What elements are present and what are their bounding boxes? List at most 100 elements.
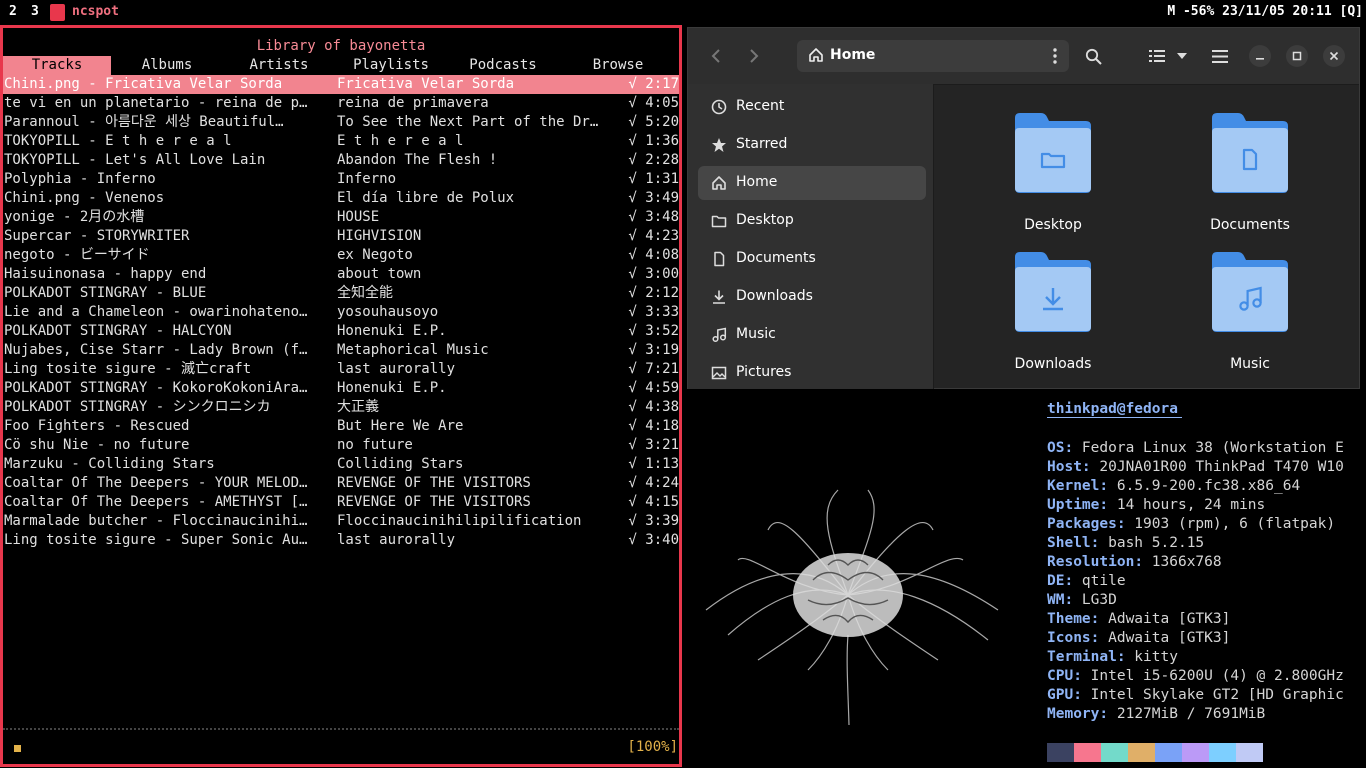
info-key: OS: [1047, 440, 1065, 456]
track-row[interactable]: TOKYOPILL - E t h e r e a l E t h e r e a…: [3, 132, 679, 151]
track-row[interactable]: POLKADOT STINGRAY - シンクロニシカ 大正義 √ 4:38: [3, 398, 679, 417]
search-button[interactable]: [1079, 42, 1107, 70]
sidebar-item-starred[interactable]: Starred: [698, 128, 926, 162]
color-swatch: [1236, 743, 1263, 762]
track-row[interactable]: TOKYOPILL - Let's All Love Lain Abandon T…: [3, 151, 679, 170]
tab-tracks[interactable]: Tracks: [3, 56, 111, 75]
track-row[interactable]: Coaltar Of The Deepers - YOUR MELOD… REVE…: [3, 474, 679, 493]
sidebar-item-desktop[interactable]: Desktop: [698, 204, 926, 238]
track-row[interactable]: POLKADOT STINGRAY - HALCYON Honenuki E.P.…: [3, 322, 679, 341]
track-row[interactable]: Marzuku - Colliding Stars Colliding Stars…: [3, 455, 679, 474]
info-value: Adwaita [GTK3]: [1099, 611, 1231, 627]
track-row[interactable]: Chini.png - Venenos El día libre de Polux…: [3, 189, 679, 208]
track-row[interactable]: Cö shu Nie - no future no future √ 3:21: [3, 436, 679, 455]
track-row[interactable]: Chini.png - Fricativa Velar Sorda Fricati…: [3, 75, 679, 94]
sidebar-item-recent[interactable]: Recent: [698, 90, 926, 124]
sidebar-item-pictures[interactable]: Pictures: [698, 356, 926, 390]
file-item-desktop[interactable]: Desktop: [973, 112, 1133, 242]
track-row[interactable]: Lie and a Chameleon - owarinohateno… yoso…: [3, 303, 679, 322]
forward-button[interactable]: [740, 42, 768, 70]
track-row[interactable]: Ling tosite sigure - 滅亡craft last auroral…: [3, 360, 679, 379]
track-duration: √ 1:31: [628, 171, 679, 187]
track-album: HIGHVISION: [337, 228, 422, 244]
workspace-2[interactable]: 2: [9, 4, 17, 19]
info-value: 6.5.9-200.fc38.x86_64: [1108, 478, 1301, 494]
sidebar-item-documents[interactable]: Documents: [698, 242, 926, 276]
sidebar-item-home[interactable]: Home: [698, 166, 926, 200]
info-line: GPU: Intel Skylake GT2 [HD Graphic: [1047, 686, 1366, 705]
track-row[interactable]: Coaltar Of The Deepers - AMETHYST [… REVE…: [3, 493, 679, 512]
picture-icon: [711, 366, 727, 380]
path-bar[interactable]: Home: [797, 40, 1069, 72]
folder-documents-icon: [1212, 113, 1288, 193]
folder-desktop-icon: [1015, 113, 1091, 193]
track-row[interactable]: POLKADOT STINGRAY - KokoroKokoniAra… Hone…: [3, 379, 679, 398]
maximize-icon: [1292, 51, 1302, 61]
back-button[interactable]: [702, 42, 730, 70]
sidebar-item-downloads[interactable]: Downloads: [698, 280, 926, 314]
minimize-button[interactable]: [1249, 45, 1271, 67]
info-line: Resolution: 1366x768: [1047, 553, 1366, 572]
tab-podcasts[interactable]: Podcasts: [447, 56, 559, 75]
download-icon: [713, 290, 725, 304]
sidebar-item-music[interactable]: Music: [698, 318, 926, 352]
track-duration: √ 4:05: [628, 95, 679, 111]
info-colon: :: [1099, 706, 1109, 722]
track-row[interactable]: Haisuinonasa - happy end about town √ 3:00: [3, 265, 679, 284]
info-key: CPU: [1047, 668, 1074, 684]
view-list-button[interactable]: [1143, 42, 1171, 70]
file-item-documents[interactable]: Documents: [1170, 112, 1330, 242]
info-colon: :: [1116, 516, 1126, 532]
files-window[interactable]: Home Recent Starred Home Desktop Documen…: [687, 27, 1360, 389]
file-item-music[interactable]: Music: [1170, 251, 1330, 381]
minimize-icon: [1256, 58, 1264, 60]
path-menu-button[interactable]: [1047, 45, 1063, 67]
track-album: ex Negoto: [337, 247, 413, 263]
info-line: DE: qtile: [1047, 572, 1366, 591]
track-title: negoto - ビーサイド: [4, 247, 150, 263]
track-album: Abandon The Flesh !: [337, 152, 498, 168]
track-row[interactable]: Foo Fighters - Rescued But Here We Are √ 4…: [3, 417, 679, 436]
kebab-menu-icon: [1053, 48, 1057, 64]
clock-icon: [711, 99, 727, 115]
tab-artists[interactable]: Artists: [223, 56, 335, 75]
tab-playlists[interactable]: Playlists: [335, 56, 447, 75]
track-row[interactable]: Supercar - STORYWRITER HIGHVISION √ 4:23: [3, 227, 679, 246]
track-duration: √ 3:52: [628, 323, 679, 339]
info-key: Packages: [1047, 516, 1117, 532]
track-row[interactable]: Marmalade butcher - Floccinaucinihi… Floc…: [3, 512, 679, 531]
track-title: POLKADOT STINGRAY - シンクロニシカ: [4, 399, 271, 415]
track-row[interactable]: Ling tosite sigure - Super Sonic Au… last…: [3, 531, 679, 550]
tab-albums[interactable]: Albums: [111, 56, 223, 75]
track-row[interactable]: Nujabes, Cise Starr - Lady Brown (f… Meta…: [3, 341, 679, 360]
view-options-button[interactable]: [1171, 42, 1193, 70]
library-title: Library of bayonetta: [256, 38, 426, 54]
track-title: yonige - 2月の水槽: [4, 209, 145, 225]
track-row[interactable]: yonige - 2月の水槽 HOUSE √ 3:48: [3, 208, 679, 227]
track-row[interactable]: Parannoul - 아름다운 세상 Beautiful… To See the…: [3, 113, 679, 132]
close-button[interactable]: [1323, 45, 1345, 67]
user-host: thinkpad@fedora: [1047, 401, 1178, 417]
home-icon: [809, 48, 823, 62]
track-title: Chini.png - Venenos: [4, 190, 165, 206]
tab-browse[interactable]: Browse: [559, 56, 677, 75]
track-row[interactable]: negoto - ビーサイド ex Negoto √ 4:08: [3, 246, 679, 265]
track-title: Cö shu Nie - no future: [4, 437, 190, 453]
main-menu-button[interactable]: [1206, 42, 1234, 70]
file-item-downloads[interactable]: Downloads: [973, 251, 1133, 381]
track-duration: √ 3:39: [628, 513, 679, 529]
list-view-icon: [1149, 50, 1165, 62]
info-key: DE: [1047, 573, 1065, 589]
info-line: OS: Fedora Linux 38 (Workstation E: [1047, 439, 1366, 458]
track-title: TOKYOPILL - E t h e r e a l: [4, 133, 232, 149]
info-colon: :: [1099, 478, 1109, 494]
ncspot-window[interactable]: Library of bayonetta Tracks Albums Artis…: [0, 25, 682, 767]
track-row[interactable]: POLKADOT STINGRAY - BLUE 全知全能 √ 2:12: [3, 284, 679, 303]
info-line: Theme: Adwaita [GTK3]: [1047, 610, 1366, 629]
info-key: Terminal: [1047, 649, 1117, 665]
workspace-3[interactable]: 3: [31, 4, 39, 19]
maximize-button[interactable]: [1286, 45, 1308, 67]
info-value: Fedora Linux 38 (Workstation E: [1073, 440, 1344, 456]
track-row[interactable]: te vi en un planetario - reina de p… rein…: [3, 94, 679, 113]
track-row[interactable]: Polyphia - Inferno Inferno √ 1:31: [3, 170, 679, 189]
